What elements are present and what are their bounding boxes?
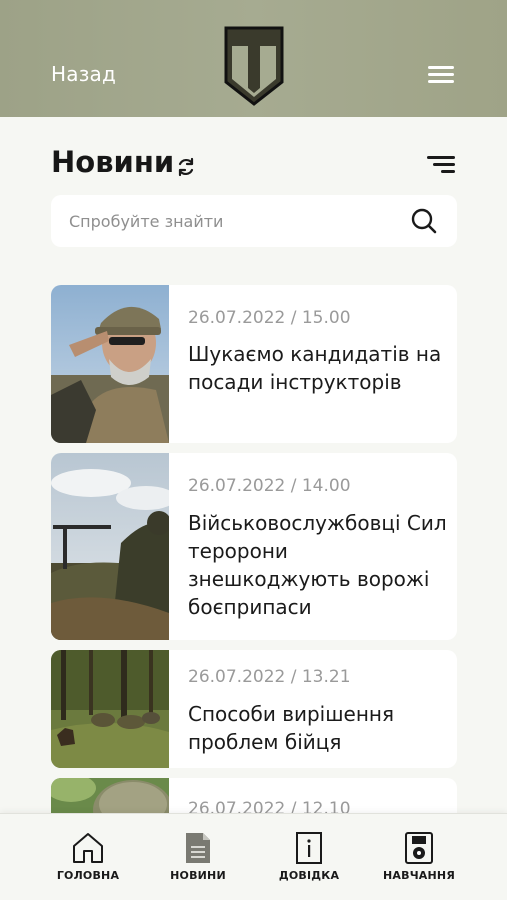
refresh-icon[interactable] [175,156,197,178]
news-photo-soldier-salute [51,285,169,443]
news-photo-soldiers-field [51,453,169,640]
info-icon [296,832,322,864]
search-input[interactable] [69,195,389,247]
search-bar [51,195,457,247]
menu-button[interactable] [428,66,454,84]
home-icon [73,833,103,863]
bottom-navigation: ГОЛОВНА НОВИНИ ДОВІДКА НАВЧАННЯ [0,813,507,900]
back-button[interactable]: Назад [51,62,116,86]
news-card[interactable]: 26.07.2022 / 13.21 Способи вирішення про… [51,650,457,768]
search-icon[interactable] [410,207,438,235]
nav-label: НОВИНИ [170,869,226,882]
news-card[interactable]: 26.07.2022 / 14.00 Військовослужбовці Си… [51,453,457,640]
document-icon [186,833,210,863]
nav-item-news[interactable]: НОВИНИ [143,814,253,900]
nav-label: НАВЧАННЯ [383,869,455,882]
app-header: Назад [0,0,507,117]
menu-line [428,73,454,76]
news-date: 26.07.2022 / 14.00 [188,476,351,496]
filter-line [427,156,455,159]
news-title: Шукаємо кандидатів на посади інструкторі… [188,342,442,394]
news-title: Військовослужбовці Сил теророни знешкодж… [188,511,447,619]
nav-label: ДОВІДКА [278,869,340,882]
logo-shield-icon [224,26,284,106]
page-title: Новини [51,145,175,179]
nav-item-reference[interactable]: ДОВІДКА [254,814,364,900]
news-photo-forest-training [51,650,169,768]
nav-label: ГОЛОВНА [56,869,120,882]
filter-icon[interactable] [427,155,455,175]
news-date: 26.07.2022 / 15.00 [188,308,351,328]
news-title: Способи вирішення проблем бійця [188,702,395,754]
menu-line [428,80,454,83]
menu-line [428,66,454,69]
nav-item-training[interactable]: НАВЧАННЯ [364,814,474,900]
filter-line [441,170,455,173]
news-card[interactable]: 26.07.2022 / 15.00 Шукаємо кандидатів на… [51,285,457,443]
filter-line [433,163,455,166]
nav-item-home[interactable]: ГОЛОВНА [33,814,143,900]
media-icon [405,832,433,864]
news-date: 26.07.2022 / 13.21 [188,667,351,687]
